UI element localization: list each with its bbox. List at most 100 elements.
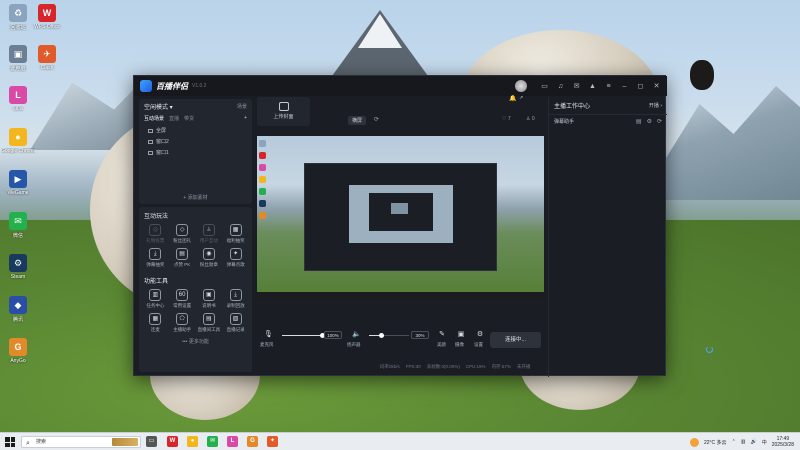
assistant-icon: ⬠: [176, 313, 189, 325]
mail-icon[interactable]: ✉: [572, 82, 581, 91]
filter-icon[interactable]: ▤: [636, 118, 642, 125]
upload-cover-button[interactable]: 上传封面: [257, 97, 310, 126]
wechat-taskbar-icon[interactable]: ✉: [207, 436, 218, 447]
pk-icon: ▤: [176, 248, 189, 260]
speaker-volume-slider[interactable]: [369, 335, 409, 336]
tool-song-request[interactable]: ✦ 弹幕点歌: [222, 248, 249, 268]
tool-danmu-lottery[interactable]: ⤓ 弹幕抽奖: [142, 248, 169, 268]
go-live-link[interactable]: 开播 ›: [649, 102, 662, 109]
close-icon[interactable]: ✕: [652, 82, 661, 91]
wps-taskbar-icon[interactable]: W: [167, 436, 178, 447]
desktop-icon-anygo[interactable]: G AnyGo: [1, 338, 35, 364]
desktop-icon-steam[interactable]: ⚙ Steam: [1, 254, 35, 280]
anchor-center-header: 主播工作中心 开播 ›: [549, 97, 667, 114]
source-label: 窗口2: [156, 139, 169, 145]
scene-mode-dropdown[interactable]: 空闲模式 ▾: [144, 102, 173, 111]
status-live: 未开播: [516, 364, 531, 369]
task-view-icon[interactable]: ▭: [146, 436, 157, 447]
right-panel: 主播工作中心 开播 › 弹幕助手 ▤ ⚙ ⟳: [548, 97, 713, 377]
add-source-button[interactable]: + 添加素材: [139, 194, 252, 201]
camera-label: 摄像: [455, 342, 464, 347]
tool-record-replay[interactable]: ⤓ 录制回放: [222, 289, 249, 309]
anygo-taskbar-icon[interactable]: G: [247, 436, 258, 447]
more-functions-button[interactable]: ••• 更多功能: [139, 335, 252, 345]
scene-header-right[interactable]: 场景: [237, 103, 247, 110]
taskbar-search-box[interactable]: ⌕ 搜索: [21, 436, 141, 448]
source-item-fullscreen[interactable]: 全屏: [139, 125, 252, 136]
speaker-volume-knob[interactable]: [378, 333, 384, 338]
desktop-icon-lila[interactable]: L LiLa: [1, 86, 35, 112]
headset-icon[interactable]: ♫: [556, 82, 565, 91]
taskbar-clock[interactable]: 17:49 2025/3/28: [772, 436, 794, 448]
orientation-toggle[interactable]: 横屏: [348, 116, 367, 125]
message-icon[interactable]: ▭: [540, 82, 549, 91]
settings-icon[interactable]: ⚙: [647, 118, 652, 125]
tool-user-interact[interactable]: ♟ 用户互动: [196, 224, 223, 244]
weather-icon[interactable]: [690, 437, 699, 447]
tool-live-record[interactable]: ▧ 直播记录: [222, 313, 249, 333]
bell-icon[interactable]: 🔔: [509, 95, 516, 102]
desktop-icon-label: 腾讯: [12, 317, 23, 323]
notice-link[interactable]: ↗: [519, 95, 523, 101]
desktop-icon-clash[interactable]: ✈ Clash: [30, 45, 64, 71]
tool-task-center[interactable]: ▥ 任务中心: [142, 289, 169, 309]
source-item-window1[interactable]: 窗口1: [139, 147, 252, 158]
app-titlebar[interactable]: 百播伴侣 V1.0.2 ▭ ♫ ✉ ▲ ≡ – ◻ ✕: [134, 76, 667, 96]
microphone-icon[interactable]: 🎙: [264, 331, 273, 339]
go-live-label: 开播: [648, 103, 659, 109]
mic-volume-slider[interactable]: [282, 335, 322, 336]
tool-co-host[interactable]: ▦ 连麦: [142, 313, 169, 333]
tool-lottery[interactable]: ▦ 福利抽奖: [222, 224, 249, 244]
lila-taskbar-icon[interactable]: L: [227, 436, 238, 447]
tool-common-settings[interactable]: 60 常用设置: [169, 289, 196, 309]
streaming-app-taskbar-icon[interactable]: ✦: [267, 436, 278, 447]
tool-like-pk[interactable]: ▤ 点赞 PK: [169, 248, 196, 268]
speaker-volume-value[interactable]: 30%: [411, 331, 429, 339]
tool-fan-gift[interactable]: ◇ 粉丝团礼: [169, 224, 196, 244]
wechat-icon: ✉: [9, 212, 27, 230]
network-icon[interactable]: ▥: [741, 439, 746, 445]
settings-icon[interactable]: ⚙: [476, 331, 484, 339]
tool-fan-badge[interactable]: ◉ 粉丝勋章: [196, 248, 223, 268]
tool-room-tools[interactable]: ▤ 直播间工具: [196, 313, 223, 333]
chrome-taskbar-icon[interactable]: ●: [187, 436, 198, 447]
desktop-icon-wegame[interactable]: ▶ WeGame: [1, 170, 35, 196]
rotate-icon[interactable]: ⟳: [374, 116, 379, 123]
maximize-icon[interactable]: ◻: [636, 82, 645, 91]
chevron-up-icon[interactable]: ⌃: [732, 439, 736, 445]
speaker-icon[interactable]: 🔈: [352, 331, 361, 339]
input-method-icon[interactable]: 中: [762, 439, 767, 446]
tab-live[interactable]: 直播: [169, 115, 179, 122]
tool-manual[interactable]: ▣ 说明书: [196, 289, 223, 309]
desktop-icon-tencent[interactable]: ◆ 腾讯: [1, 296, 35, 323]
minimize-icon[interactable]: –: [620, 82, 629, 91]
refresh-icon[interactable]: ⟳: [657, 118, 662, 125]
camera-icon[interactable]: ▣: [457, 331, 465, 339]
volume-icon[interactable]: 🔊: [751, 439, 757, 445]
tool-host-assistant[interactable]: ⬠ 主播助手: [169, 313, 196, 333]
display-icon: [148, 128, 153, 133]
tab-goods[interactable]: 带货: [184, 115, 194, 122]
stream-preview[interactable]: [257, 136, 544, 298]
add-scene-button[interactable]: +: [244, 115, 247, 122]
weather-text[interactable]: 22°C 多云: [704, 439, 727, 446]
desktop-icon-wps[interactable]: W WPS Office: [30, 4, 64, 30]
avatar-icon[interactable]: [515, 80, 527, 92]
start-button[interactable]: [5, 437, 15, 447]
tool-gift-vote[interactable]: ◎ 礼物投票: [142, 224, 169, 244]
clock-date: 2025/3/28: [771, 442, 794, 448]
status-bar: 码率0kb/s FPS:30 丢帧数:0(0.00%) CPU:19% 内存:6…: [380, 364, 530, 370]
shirt-icon[interactable]: ▲: [588, 82, 597, 91]
window-icon: [148, 139, 153, 144]
desktop-icon-chrome[interactable]: ● Google Chrome: [1, 128, 35, 154]
beauty-icon[interactable]: ✎: [438, 331, 446, 339]
desktop-icon-wechat[interactable]: ✉ 微信: [1, 212, 35, 239]
tool-label: 粉丝勋章: [199, 262, 218, 267]
source-item-window2[interactable]: 窗口2: [139, 136, 252, 147]
tab-interaction-scene[interactable]: 互动场景: [144, 115, 164, 122]
tool-label: 用户互动: [199, 238, 218, 243]
preview-taskbar: [257, 292, 544, 298]
menu-icon[interactable]: ≡: [604, 82, 613, 91]
mic-volume-value[interactable]: 100%: [324, 331, 342, 339]
connect-button[interactable]: 连接中...: [490, 332, 541, 348]
